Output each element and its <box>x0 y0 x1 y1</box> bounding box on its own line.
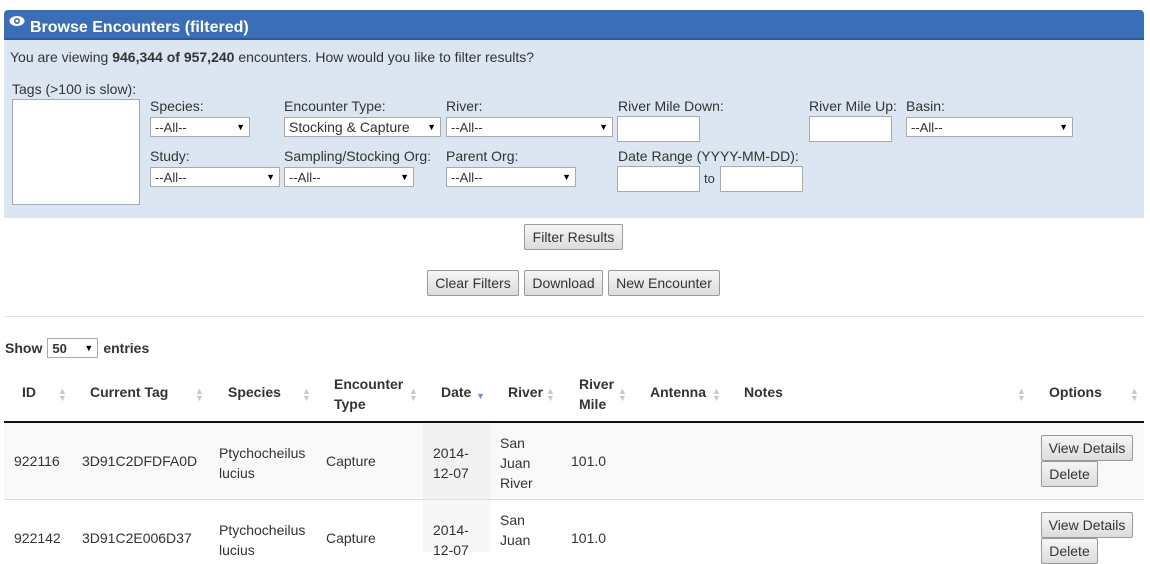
chevron-down-icon: ▼ <box>266 172 275 182</box>
chevron-down-icon: ▼ <box>599 122 608 132</box>
sort-icon: ▲ ▼ <box>1130 386 1139 403</box>
panel-title: Browse Encounters (filtered) <box>30 19 249 36</box>
river-select[interactable]: --All-- ▼ <box>446 117 613 137</box>
cell-type: Capture <box>326 530 376 546</box>
entries-label: entries <box>103 340 150 356</box>
chevron-down-icon: ▼ <box>84 343 94 353</box>
filter-results-button[interactable]: Filter Results <box>524 224 623 250</box>
sort-icon: ▲ ▼ <box>195 386 204 403</box>
col-header-id[interactable]: ID <box>22 384 36 400</box>
study-select[interactable]: --All-- ▼ <box>150 167 280 187</box>
col-header-current-tag[interactable]: Current Tag <box>90 384 168 400</box>
encounter-type-label: Encounter Type: <box>284 98 386 114</box>
col-header-encounter-type[interactable]: Encounter Type <box>334 374 403 414</box>
basin-select[interactable]: --All-- ▼ <box>906 117 1073 137</box>
view-details-button[interactable]: View Details <box>1041 512 1133 538</box>
chevron-down-icon: ▼ <box>562 172 571 182</box>
col-header-species[interactable]: Species <box>228 384 281 400</box>
date-range-label: Date Range (YYYY-MM-DD): <box>618 148 799 164</box>
study-label: Study: <box>150 148 190 164</box>
chevron-down-icon: ▼ <box>427 122 436 132</box>
col-header-antenna[interactable]: Antenna <box>650 384 706 400</box>
sort-icon: ▲ ▼ <box>409 386 418 403</box>
sort-icon: ▲ ▼ <box>618 386 627 403</box>
cell-species: Ptychocheilus lucius <box>219 445 306 481</box>
download-button[interactable]: Download <box>524 270 603 296</box>
sampling-org-label: Sampling/Stocking Org: <box>284 148 432 164</box>
col-header-river-mile[interactable]: River Mile <box>579 374 614 414</box>
cell-tag: 3D91C2E006D37 <box>82 530 192 546</box>
sort-icon: ▲ ▼ <box>302 386 311 403</box>
col-header-date[interactable]: Date <box>441 384 471 400</box>
clear-filters-button[interactable]: Clear Filters <box>427 270 519 296</box>
sampling-org-select[interactable]: --All-- ▼ <box>284 167 414 187</box>
row-divider <box>4 499 1144 500</box>
cell-date: 2014- 12-07 <box>433 445 469 481</box>
results-summary: You are viewing 946,344 of 957,240 encou… <box>10 49 535 65</box>
sort-icon: ▲ ▼ <box>1017 386 1026 403</box>
cell-id: 922116 <box>14 453 60 469</box>
cell-river-mile: 101.0 <box>571 453 607 469</box>
sort-icon: ▲ ▼ <box>712 386 721 403</box>
tags-label: Tags (>100 is slow): <box>12 81 137 97</box>
sort-icon: ▲ ▼ <box>546 386 555 403</box>
show-label: Show <box>5 340 43 356</box>
cell-tag: 3D91C2DFDFA0D <box>82 453 198 469</box>
col-header-river[interactable]: River <box>508 384 543 400</box>
entries-control: Show 50 ▼ entries <box>5 338 149 358</box>
date-to-label: to <box>704 171 715 186</box>
date-start-input[interactable] <box>617 166 700 192</box>
parent-org-label: Parent Org: <box>446 148 519 164</box>
encounter-type-select[interactable]: Stocking & Capture ▼ <box>284 117 441 137</box>
chevron-down-icon: ▼ <box>400 172 409 182</box>
river-mile-up-input[interactable] <box>809 116 892 142</box>
cell-river: San Juan <box>500 512 531 548</box>
chevron-down-icon: ▼ <box>1059 122 1068 132</box>
view-details-button[interactable]: View Details <box>1041 435 1133 461</box>
delete-button[interactable]: Delete <box>1041 538 1098 564</box>
divider <box>4 316 1144 317</box>
delete-button[interactable]: Delete <box>1041 461 1098 487</box>
eye-icon <box>9 16 25 26</box>
cell-river-mile: 101.0 <box>571 530 607 546</box>
parent-org-select[interactable]: --All-- ▼ <box>446 167 576 187</box>
chevron-down-icon: ▼ <box>236 122 245 132</box>
sort-desc-icon: ▼ <box>476 391 485 401</box>
date-end-input[interactable] <box>720 166 803 192</box>
river-mile-up-label: River Mile Up: <box>809 98 897 114</box>
cell-id: 922142 <box>14 530 61 546</box>
species-select[interactable]: --All-- ▼ <box>150 117 250 137</box>
river-mile-down-input[interactable] <box>617 116 700 142</box>
river-mile-down-label: River Mile Down: <box>618 98 724 114</box>
new-encounter-button[interactable]: New Encounter <box>608 270 720 296</box>
basin-label: Basin: <box>906 98 945 114</box>
species-label: Species: <box>150 98 204 114</box>
cell-type: Capture <box>326 453 376 469</box>
cell-date: 2014- 12-07 <box>433 522 469 558</box>
col-header-options[interactable]: Options <box>1049 384 1102 400</box>
col-header-notes[interactable]: Notes <box>744 384 783 400</box>
cell-species: Ptychocheilus lucius <box>219 522 306 558</box>
river-label: River: <box>446 98 483 114</box>
tags-textarea[interactable] <box>12 99 140 205</box>
sort-icon: ▲ ▼ <box>58 386 67 403</box>
entries-select[interactable]: 50 ▼ <box>47 338 99 358</box>
cell-river: San Juan River <box>500 435 533 491</box>
